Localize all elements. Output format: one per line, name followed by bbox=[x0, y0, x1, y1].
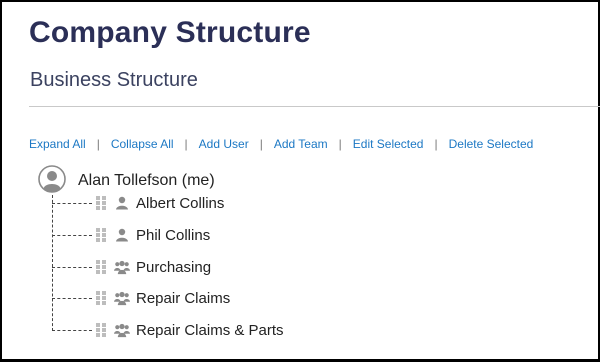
tree-node-label: Repair Claims & Parts bbox=[136, 321, 284, 339]
user-icon bbox=[114, 227, 130, 243]
drag-handle-icon[interactable] bbox=[96, 196, 106, 210]
tree-connector bbox=[52, 266, 92, 268]
toolbar-separator: | bbox=[96, 137, 100, 151]
toolbar-separator: | bbox=[259, 137, 263, 151]
team-icon bbox=[114, 259, 130, 275]
tree-connector bbox=[52, 202, 92, 204]
collapse-all-link[interactable]: Collapse All bbox=[111, 137, 174, 151]
tree-node[interactable]: Repair Claims bbox=[52, 288, 230, 308]
user-icon bbox=[114, 195, 130, 211]
tree-connector bbox=[52, 234, 92, 236]
delete-selected-link[interactable]: Delete Selected bbox=[449, 137, 534, 151]
tree-node[interactable]: Repair Claims & Parts bbox=[52, 320, 284, 340]
tree-node[interactable]: Purchasing bbox=[52, 257, 211, 277]
expand-all-link[interactable]: Expand All bbox=[29, 137, 86, 151]
add-team-link[interactable]: Add Team bbox=[274, 137, 328, 151]
team-icon bbox=[114, 322, 130, 338]
toolbar-separator: | bbox=[338, 137, 342, 151]
section-title: Business Structure bbox=[30, 69, 198, 91]
tree-node-label: Albert Collins bbox=[136, 194, 225, 212]
edit-selected-link[interactable]: Edit Selected bbox=[353, 137, 424, 151]
tree-toolbar: Expand All | Collapse All | Add User | A… bbox=[29, 137, 533, 151]
tree-connector bbox=[52, 329, 92, 331]
tree-root-label[interactable]: Alan Tollefson (me) bbox=[78, 172, 215, 190]
tree-node-label: Phil Collins bbox=[136, 226, 211, 244]
divider bbox=[29, 106, 600, 107]
tree-node[interactable]: Albert Collins bbox=[52, 193, 224, 213]
tree-node[interactable]: Phil Collins bbox=[52, 225, 210, 245]
drag-handle-icon[interactable] bbox=[96, 323, 106, 337]
drag-handle-icon[interactable] bbox=[96, 291, 106, 305]
team-icon bbox=[114, 290, 130, 306]
page-title: Company Structure bbox=[29, 16, 311, 49]
drag-handle-icon[interactable] bbox=[96, 228, 106, 242]
drag-handle-icon[interactable] bbox=[96, 260, 106, 274]
tree-node-label: Repair Claims bbox=[136, 289, 231, 307]
window-frame: Company Structure Business Structure Exp… bbox=[0, 0, 600, 362]
user-avatar-icon[interactable] bbox=[38, 165, 66, 193]
add-user-link[interactable]: Add User bbox=[199, 137, 249, 151]
toolbar-separator: | bbox=[184, 137, 188, 151]
tree-node-label: Purchasing bbox=[136, 258, 212, 276]
tree-connector bbox=[52, 297, 92, 299]
toolbar-separator: | bbox=[434, 137, 438, 151]
